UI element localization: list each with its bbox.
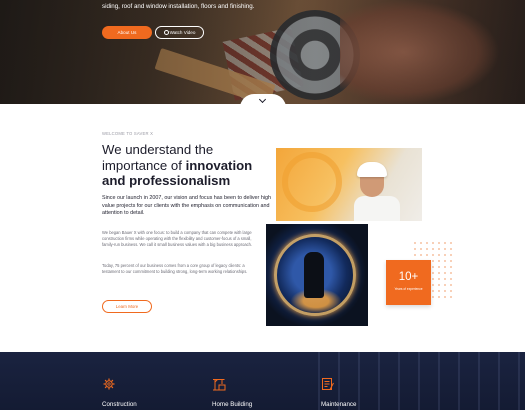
about-paragraph-2: Today, 75 percent of our business comes … xyxy=(102,263,248,274)
experience-number: 10+ xyxy=(398,271,419,283)
document-icon xyxy=(322,378,334,390)
hard-hat xyxy=(357,162,387,177)
experience-badge: 10+ Years of experience xyxy=(386,260,431,305)
watch-video-label: Watch Video xyxy=(169,30,196,35)
service-title: Maintenance xyxy=(321,401,357,408)
service-maintenance[interactable]: Maintenance xyxy=(321,377,401,408)
services-section: Construction Home Building Maintenance xyxy=(0,352,525,410)
about-headline: We understand the importance of innovati… xyxy=(102,142,272,189)
play-icon xyxy=(163,30,169,35)
service-home-building[interactable]: Home Building xyxy=(212,377,292,408)
learn-more-button[interactable]: Learn More xyxy=(102,300,152,313)
watch-video-button[interactable]: Watch Video xyxy=(155,26,204,39)
hero-section: siding, roof and window installation, fl… xyxy=(0,0,525,104)
about-lead: Since our launch in 2007, our vision and… xyxy=(102,195,272,217)
about-paragraph-1: We began Bauer X with one focus: to buil… xyxy=(102,230,253,247)
experience-label: Years of experience xyxy=(394,287,423,291)
section-eyebrow: WELCOME TO SAVER X xyxy=(102,131,154,136)
hero-overlay xyxy=(0,0,525,104)
service-construction[interactable]: Construction xyxy=(102,377,182,408)
chevron-down-icon xyxy=(258,95,267,104)
engineer-photo xyxy=(276,148,422,221)
about-us-button[interactable]: About Us xyxy=(102,26,152,39)
gear-icon xyxy=(103,378,115,390)
hero-subtitle: siding, roof and window installation, fl… xyxy=(102,3,255,10)
service-title: Home Building xyxy=(212,401,253,408)
crane-icon xyxy=(213,379,226,391)
welder-photo xyxy=(266,224,368,326)
scroll-down-button[interactable] xyxy=(240,94,286,104)
service-title: Construction xyxy=(102,401,137,408)
